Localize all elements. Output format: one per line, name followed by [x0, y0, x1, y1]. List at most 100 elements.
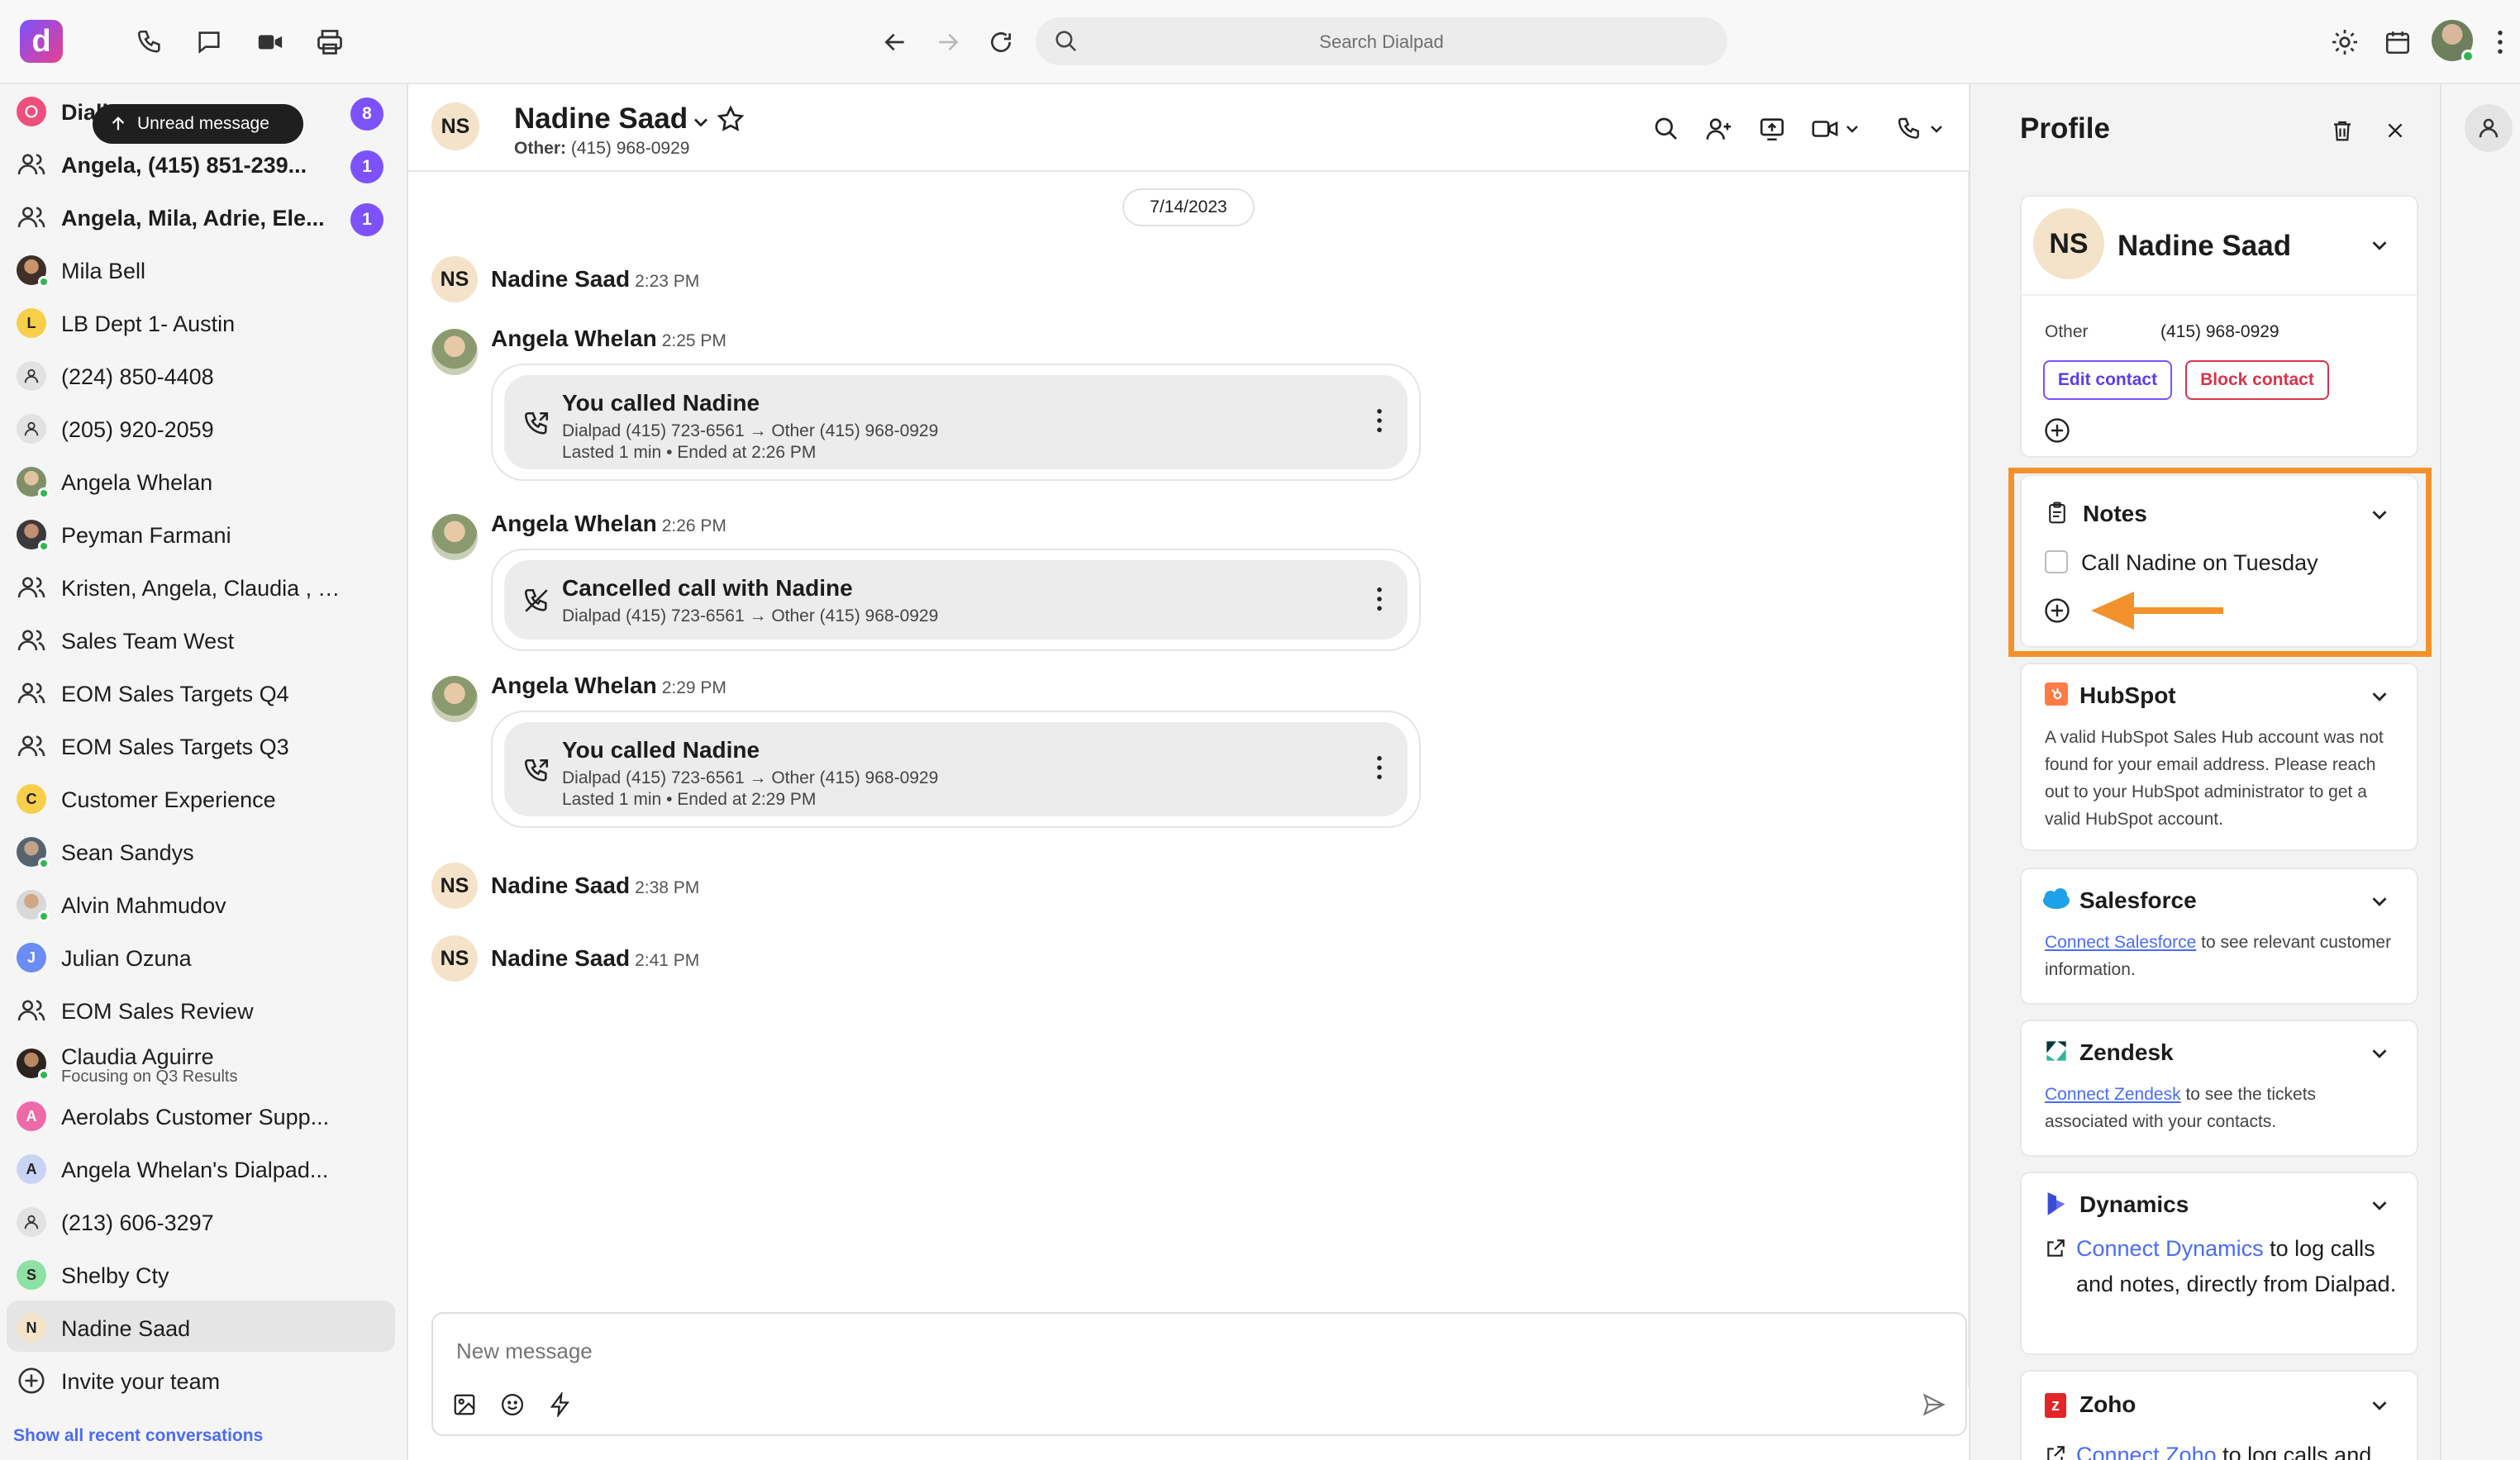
call-options-chevron-icon[interactable] — [1922, 109, 1951, 149]
sidebar-item-contact[interactable]: Peyman Farmani — [7, 507, 395, 559]
refresh-icon[interactable] — [980, 21, 1022, 63]
video-options-chevron-icon[interactable] — [1838, 109, 1866, 149]
send-icon[interactable] — [1917, 1388, 1951, 1421]
printer-icon[interactable] — [309, 21, 350, 63]
chevron-down-icon[interactable] — [2367, 1193, 2392, 1218]
dialpad-logo[interactable]: d — [20, 20, 63, 63]
sender-name[interactable]: Angela Whelan — [491, 511, 657, 536]
more-vertical-icon[interactable] — [2488, 21, 2513, 63]
sidebar-item-label: Claudia Aguirre — [61, 1044, 214, 1069]
call-log-card[interactable]: Cancelled call with Nadine Dialpad (415)… — [491, 549, 1421, 651]
sidebar-item-group[interactable]: Angela, Mila, Adrie, Ele... 1 — [7, 190, 395, 241]
image-icon[interactable] — [448, 1388, 481, 1421]
sidebar-item-group[interactable]: EOM Sales Targets Q3 — [7, 719, 395, 770]
phone-icon[interactable] — [129, 21, 170, 63]
connect-zendesk-link[interactable]: Connect Zendesk — [2045, 1085, 2181, 1104]
search-bar[interactable]: Search Dialpad — [1036, 17, 1727, 65]
sender-name[interactable]: Nadine Saad — [491, 266, 630, 292]
forward-arrow-icon[interactable] — [927, 21, 969, 63]
letter-avatar: J — [17, 943, 46, 973]
unread-message-tooltip[interactable]: Unread message — [93, 104, 303, 144]
sidebar-item-contact[interactable]: Alvin Mahmudov — [7, 877, 395, 929]
contact-name[interactable]: Nadine Saad — [514, 102, 688, 136]
chevron-down-icon[interactable] — [2367, 502, 2392, 527]
sender-avatar[interactable] — [431, 514, 478, 560]
add-field-plus-icon[interactable] — [2043, 416, 2071, 445]
sidebar-item-number[interactable]: (205) 920-2059 — [7, 402, 395, 453]
group-icon — [17, 577, 45, 598]
sidebar-item-contact[interactable]: Angela Whelan — [7, 454, 395, 506]
edit-contact-button[interactable]: Edit contact — [2043, 360, 2172, 400]
sidebar-item-number[interactable]: (213) 606-3297 — [7, 1195, 395, 1246]
sidebar-item-contact[interactable]: Mila Bell — [7, 243, 395, 294]
block-contact-button[interactable]: Block contact — [2185, 360, 2329, 400]
sender-avatar[interactable]: NS — [431, 863, 478, 909]
chevron-down-icon[interactable] — [2367, 1393, 2392, 1418]
sidebar-item-group[interactable]: EOM Sales Review — [7, 983, 395, 1034]
sidebar-item-contact[interactable]: Claudia Aguirre Focusing on Q3 Results — [7, 1036, 395, 1087]
chat-icon[interactable] — [188, 21, 230, 63]
lightning-icon[interactable] — [544, 1388, 577, 1421]
sender-avatar[interactable] — [431, 329, 478, 375]
add-note-plus-icon[interactable] — [2043, 597, 2071, 625]
sender-name[interactable]: Nadine Saad — [491, 873, 630, 898]
connect-salesforce-link[interactable]: Connect Salesforce — [2045, 933, 2196, 952]
sender-name[interactable]: Angela Whelan — [491, 326, 657, 351]
sender-avatar[interactable]: NS — [431, 935, 478, 982]
sidebar-item-group[interactable]: Angela, (415) 851-239... 1 — [7, 137, 395, 188]
more-vertical-icon[interactable] — [1376, 408, 1383, 433]
chevron-down-icon[interactable] — [2367, 684, 2392, 709]
sender-name[interactable]: Nadine Saad — [491, 945, 630, 971]
sidebar-item-channel[interactable]: A Angela Whelan's Dialpad... — [7, 1142, 395, 1193]
call-title: Cancelled call with Nadine — [562, 575, 853, 601]
sidebar-item-label: EOM Sales Review — [61, 999, 254, 1024]
add-person-icon[interactable] — [1699, 109, 1739, 149]
chevron-down-icon[interactable] — [2367, 1041, 2392, 1066]
sidebar-item-channel[interactable]: A Aerolabs Customer Supp... — [7, 1089, 395, 1140]
chevron-down-icon[interactable] — [689, 111, 712, 134]
profile-toggle-button[interactable] — [2465, 104, 2513, 152]
note-checkbox[interactable] — [2045, 550, 2068, 573]
sidebar-item-contact[interactable]: Sean Sandys — [7, 825, 395, 876]
call-log-card[interactable]: You called Nadine Dialpad (415) 723-6561… — [491, 711, 1421, 828]
message-time: 2:41 PM — [635, 951, 700, 970]
arrow-up-icon — [112, 117, 125, 131]
emoji-icon[interactable] — [496, 1388, 529, 1421]
salesforce-card: Salesforce Connect Salesforce to see rel… — [2020, 868, 2418, 1005]
call-log-card[interactable]: You called Nadine Dialpad (415) 723-6561… — [491, 364, 1421, 481]
contact-avatar[interactable]: NS — [431, 102, 479, 150]
sidebar-item-channel[interactable]: L LB Dept 1- Austin — [7, 296, 395, 347]
sidebar-item-contact-active[interactable]: N Nadine Saad — [7, 1301, 395, 1352]
sender-avatar[interactable]: NS — [431, 256, 478, 302]
sender-avatar[interactable] — [431, 676, 478, 722]
invite-team-button[interactable]: Invite your team — [7, 1353, 395, 1405]
sidebar-item-group[interactable]: Kristen, Angela, Claudia , To... — [7, 560, 395, 611]
video-icon[interactable] — [250, 21, 291, 63]
note-text[interactable]: Call Nadine on Tuesday — [2081, 550, 2318, 576]
show-recent-conversations-link[interactable]: Show all recent conversations — [13, 1426, 263, 1446]
chevron-down-icon[interactable] — [2367, 233, 2392, 258]
contact-card-header[interactable]: NS Nadine Saad — [2022, 197, 2417, 296]
gear-icon[interactable] — [2324, 21, 2365, 63]
more-vertical-icon[interactable] — [1376, 755, 1383, 780]
sidebar-item-group[interactable]: Sales Team West — [7, 613, 395, 664]
phone-number[interactable]: (415) 968-0929 — [2160, 322, 2279, 342]
search-icon[interactable] — [1646, 109, 1686, 149]
close-icon[interactable] — [2377, 112, 2413, 149]
trash-icon[interactable] — [2324, 112, 2360, 149]
message-input[interactable] — [456, 1339, 1696, 1364]
back-arrow-icon[interactable] — [874, 21, 916, 63]
sidebar-item-channel[interactable]: C Customer Experience — [7, 772, 395, 823]
sidebar-item-number[interactable]: (224) 850-4408 — [7, 349, 395, 400]
star-icon[interactable] — [716, 104, 746, 134]
sidebar-item-contact[interactable]: S Shelby Cty — [7, 1248, 395, 1299]
connect-zoho-link[interactable]: Connect Zoho — [2076, 1443, 2217, 1460]
more-vertical-icon[interactable] — [1376, 587, 1383, 611]
sender-name[interactable]: Angela Whelan — [491, 673, 657, 698]
sidebar-item-contact[interactable]: J Julian Ozuna — [7, 930, 395, 982]
connect-dynamics-link[interactable]: Connect Dynamics — [2076, 1236, 2264, 1261]
calendar-icon[interactable] — [2377, 21, 2418, 63]
screen-share-icon[interactable] — [1752, 109, 1792, 149]
sidebar-item-group[interactable]: EOM Sales Targets Q4 — [7, 666, 395, 717]
chevron-down-icon[interactable] — [2367, 889, 2392, 914]
